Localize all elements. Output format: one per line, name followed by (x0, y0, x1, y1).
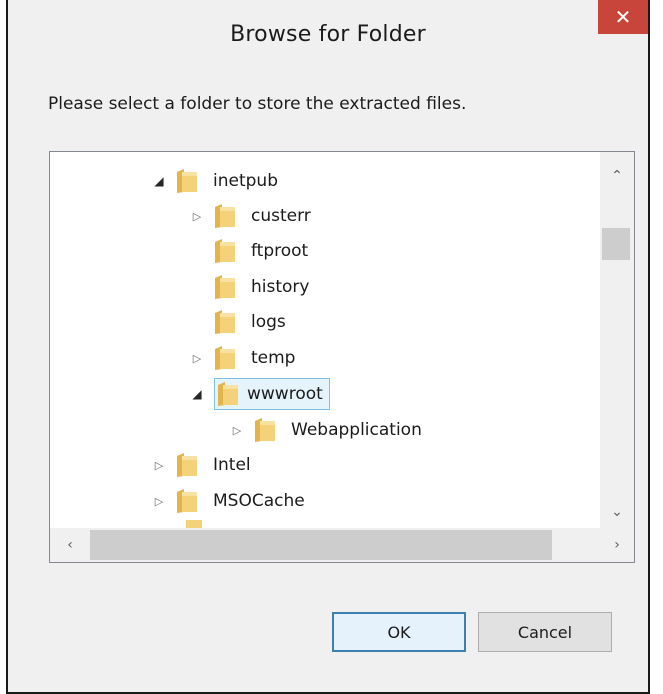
tree-item-ftproot[interactable]: ▷ ftproot (188, 234, 313, 268)
folder-icon (218, 382, 238, 406)
folder-icon (215, 204, 235, 228)
partial-folder-icon (186, 520, 202, 528)
folder-tree[interactable]: ◢ inetpub ▷ custerr ▷ ftproot ▷ history (49, 151, 635, 563)
folder-icon (215, 275, 235, 299)
tree-item-label: Webapplication (291, 420, 422, 440)
cancel-button[interactable]: Cancel (478, 612, 612, 652)
tree-item-label: temp (251, 348, 296, 368)
triangle-collapsed-icon[interactable]: ▷ (228, 421, 246, 439)
scroll-left-icon[interactable]: ‹ (54, 528, 86, 562)
scroll-up-icon[interactable]: ⌃ (600, 160, 634, 192)
vertical-scroll-thumb[interactable] (602, 228, 630, 260)
folder-icon (215, 239, 235, 263)
tree-item-temp[interactable]: ▷ temp (188, 341, 300, 375)
scroll-down-icon[interactable]: ⌄ (600, 496, 634, 528)
tree-item-label: Intel (213, 455, 251, 475)
tree-item-intel[interactable]: ▷ Intel (150, 448, 256, 482)
triangle-expanded-icon[interactable]: ◢ (188, 385, 206, 403)
folder-icon (215, 346, 235, 370)
tree-item-custerr[interactable]: ▷ custerr (188, 199, 316, 233)
close-button[interactable]: ✕ (598, 0, 648, 34)
selection-highlight: wwwroot (214, 378, 330, 410)
triangle-collapsed-icon[interactable]: ▷ (188, 207, 206, 225)
tree-item-label: inetpub (213, 171, 278, 191)
tree-item-label: history (251, 277, 310, 297)
scrollbar-corner: › (600, 528, 634, 562)
tree-item-label: MSOCache (213, 491, 305, 511)
triangle-collapsed-icon[interactable]: ▷ (150, 492, 168, 510)
tree-item-label: custerr (251, 206, 311, 226)
folder-icon (255, 418, 275, 442)
horizontal-scrollbar[interactable]: ‹ (50, 528, 601, 562)
instruction-text: Please select a folder to store the extr… (48, 94, 467, 114)
tree-item-label: wwwroot (247, 384, 323, 404)
folder-icon (177, 453, 197, 477)
ok-button[interactable]: OK (332, 612, 466, 652)
browse-for-folder-dialog: Browse for Folder ✕ Please select a fold… (6, 0, 650, 694)
vertical-scrollbar[interactable]: ⌃ ⌄ (600, 152, 634, 528)
dialog-title: Browse for Folder (230, 22, 426, 47)
tree-item-wwwroot[interactable]: ◢ wwwroot (188, 377, 330, 411)
horizontal-scroll-thumb[interactable] (90, 530, 552, 560)
folder-icon (215, 310, 235, 334)
folder-icon (177, 169, 197, 193)
triangle-expanded-icon[interactable]: ◢ (150, 172, 168, 190)
triangle-collapsed-icon[interactable]: ▷ (188, 349, 206, 367)
close-icon: ✕ (614, 5, 632, 29)
folder-tree-viewport: ◢ inetpub ▷ custerr ▷ ftproot ▷ history (50, 152, 601, 528)
triangle-collapsed-icon[interactable]: ▷ (150, 456, 168, 474)
tree-item-label: logs (251, 312, 286, 332)
tree-item-msocache[interactable]: ▷ MSOCache (150, 484, 310, 518)
folder-icon (177, 489, 197, 513)
tree-item-history[interactable]: ▷ history (188, 270, 314, 304)
tree-item-logs[interactable]: ▷ logs (188, 305, 291, 339)
tree-item-label: ftproot (251, 241, 309, 261)
title-bar[interactable]: Browse for Folder ✕ (8, 0, 648, 78)
tree-item-webapplication[interactable]: ▷ Webapplication (228, 413, 427, 447)
scroll-right-icon[interactable]: › (600, 528, 634, 562)
tree-item-inetpub[interactable]: ◢ inetpub (150, 164, 283, 198)
